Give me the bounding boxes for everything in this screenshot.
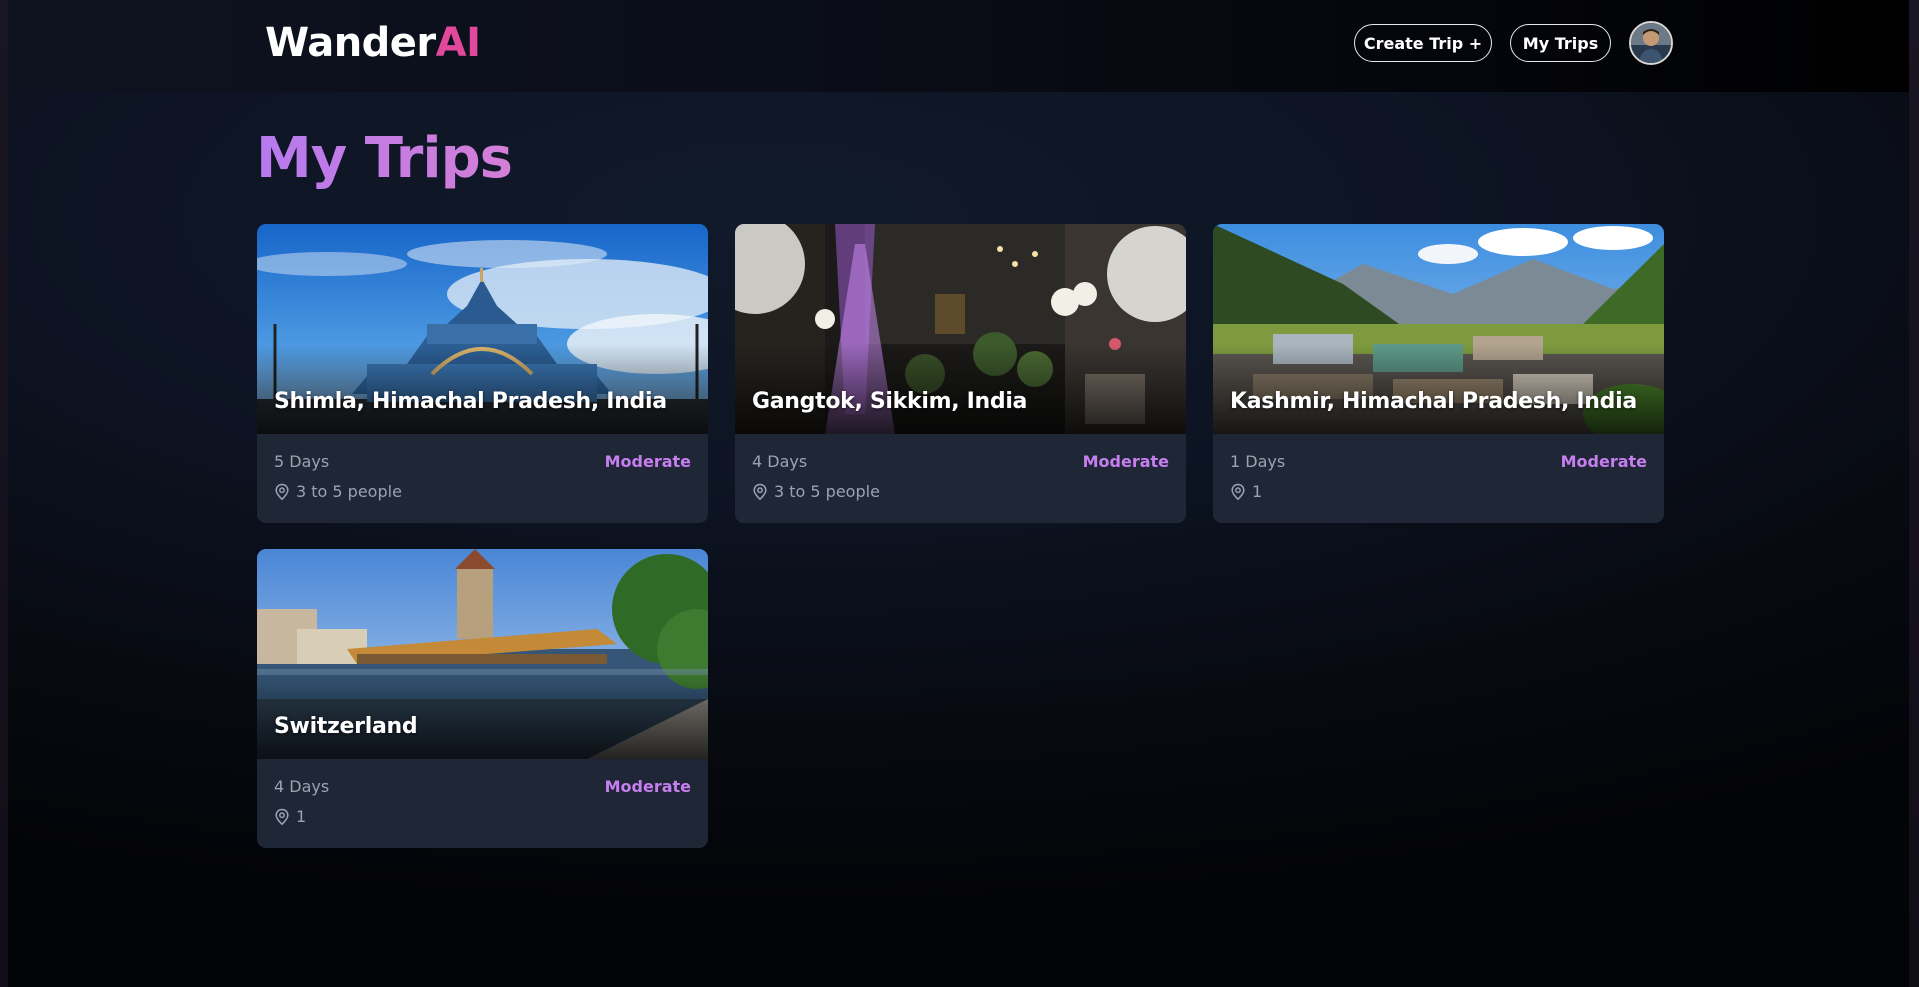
trip-details: 4 Days Moderate 1 xyxy=(257,759,708,848)
trip-travelers: 3 to 5 people xyxy=(274,482,402,501)
logo-text: Wander xyxy=(265,20,436,66)
trip-travelers-label: 3 to 5 people xyxy=(774,482,880,501)
trip-details: 4 Days Moderate 3 to 5 people xyxy=(735,434,1186,523)
brand-logo[interactable]: WanderAI xyxy=(265,20,481,66)
window-edge-right xyxy=(1909,0,1919,987)
create-trip-button[interactable]: Create Trip + xyxy=(1354,24,1492,62)
trip-travelers-label: 1 xyxy=(1252,482,1263,501)
my-trips-button[interactable]: My Trips xyxy=(1510,24,1611,62)
logo-accent-text: AI xyxy=(435,20,481,66)
trip-duration: 4 Days xyxy=(752,452,808,471)
trip-details: 1 Days Moderate 1 xyxy=(1213,434,1664,523)
trip-card[interactable]: Shimla, Himachal Pradesh, India 5 Days M… xyxy=(257,224,708,523)
page: WanderAI Create Trip + My Trips My Trips xyxy=(0,0,1919,987)
trip-travelers: 3 to 5 people xyxy=(752,482,880,501)
trip-budget: Moderate xyxy=(1082,452,1169,471)
avatar-icon xyxy=(1631,23,1671,63)
map-pin-icon xyxy=(1231,483,1245,500)
trip-image: Kashmir, Himachal Pradesh, India xyxy=(1213,224,1664,434)
trip-travelers: 1 xyxy=(1230,482,1262,501)
trip-duration: 1 Days xyxy=(1230,452,1286,471)
trip-title: Kashmir, Himachal Pradesh, India xyxy=(1230,389,1637,414)
create-trip-label: Create Trip + xyxy=(1363,33,1483,53)
trip-card[interactable]: Kashmir, Himachal Pradesh, India 1 Days … xyxy=(1213,224,1664,523)
trip-budget: Moderate xyxy=(604,777,691,796)
trip-image: Gangtok, Sikkim, India xyxy=(735,224,1186,434)
my-trips-label: My Trips xyxy=(1522,33,1599,53)
top-navbar: WanderAI Create Trip + My Trips xyxy=(8,0,1909,92)
trip-title: Gangtok, Sikkim, India xyxy=(752,389,1028,414)
map-pin-icon xyxy=(753,483,767,500)
trip-image: Switzerland xyxy=(257,549,708,759)
trip-duration: 4 Days xyxy=(274,777,330,796)
trip-budget: Moderate xyxy=(604,452,691,471)
trip-image: Shimla, Himachal Pradesh, India xyxy=(257,224,708,434)
trips-grid: Shimla, Himachal Pradesh, India 5 Days M… xyxy=(257,224,1666,848)
trip-duration: 5 Days xyxy=(274,452,330,471)
map-pin-icon xyxy=(275,808,289,825)
window-edge-left xyxy=(0,0,8,987)
page-title: My Trips xyxy=(256,126,513,191)
trip-title: Shimla, Himachal Pradesh, India xyxy=(274,389,667,414)
trip-budget: Moderate xyxy=(1560,452,1647,471)
user-avatar[interactable] xyxy=(1629,21,1673,65)
trip-card[interactable]: Gangtok, Sikkim, India 4 Days Moderate 3… xyxy=(735,224,1186,523)
trip-travelers-label: 1 xyxy=(296,807,307,826)
trip-travelers: 1 xyxy=(274,807,306,826)
map-pin-icon xyxy=(275,483,289,500)
trip-travelers-label: 3 to 5 people xyxy=(296,482,402,501)
trip-title: Switzerland xyxy=(274,714,418,739)
trip-details: 5 Days Moderate 3 to 5 people xyxy=(257,434,708,523)
trip-card[interactable]: Switzerland 4 Days Moderate 1 xyxy=(257,549,708,848)
